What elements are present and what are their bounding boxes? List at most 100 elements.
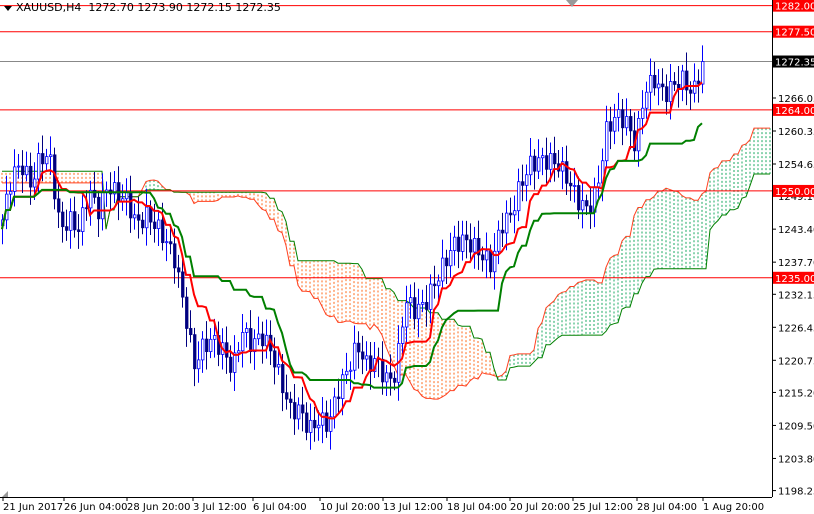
candle-body bbox=[169, 241, 173, 245]
candle-body bbox=[473, 237, 477, 253]
candle-body bbox=[485, 250, 489, 261]
level-label: 1235.00 bbox=[775, 274, 814, 285]
candle bbox=[289, 391, 293, 419]
candle-body bbox=[17, 165, 21, 168]
candle-body bbox=[661, 83, 665, 88]
candle-body bbox=[285, 392, 289, 400]
candle-body bbox=[357, 342, 361, 353]
candle-body bbox=[41, 153, 45, 165]
price-chart[interactable]: 1266.051260.351254.651249.101243.401237.… bbox=[0, 0, 814, 514]
candle-body bbox=[69, 211, 73, 231]
candle bbox=[605, 105, 609, 168]
candle bbox=[517, 168, 521, 222]
senkou-span-a bbox=[2, 127, 770, 400]
candle bbox=[165, 228, 169, 262]
candle-body bbox=[621, 109, 625, 129]
level-label: 1264.00 bbox=[775, 106, 814, 117]
candle-body bbox=[465, 234, 469, 241]
candle bbox=[309, 403, 313, 450]
candle bbox=[321, 397, 325, 444]
candle-body bbox=[201, 338, 205, 361]
chart-window[interactable]: 1266.051260.351254.651249.101243.401237.… bbox=[0, 0, 814, 514]
candle-body bbox=[445, 257, 449, 267]
candle-body bbox=[277, 364, 281, 368]
candle bbox=[441, 239, 445, 288]
candle bbox=[93, 171, 97, 204]
candle-body bbox=[29, 165, 33, 188]
candle bbox=[329, 399, 333, 450]
candle-body bbox=[309, 419, 313, 433]
candle-body bbox=[537, 157, 541, 172]
candle-body bbox=[141, 219, 145, 229]
candle-body bbox=[509, 212, 513, 216]
candle bbox=[649, 58, 653, 111]
candle-body bbox=[61, 211, 65, 228]
candle bbox=[637, 111, 641, 167]
candle bbox=[541, 147, 545, 176]
candle-body bbox=[653, 74, 657, 89]
candle-body bbox=[489, 250, 493, 273]
time-tick-label: 1 Aug 20:00 bbox=[703, 502, 764, 513]
candle-body bbox=[317, 424, 321, 429]
candle bbox=[581, 182, 585, 229]
candle bbox=[589, 187, 593, 229]
candle-body bbox=[153, 221, 157, 229]
price-tick-label: 1203.80 bbox=[778, 454, 814, 465]
candle bbox=[185, 287, 189, 347]
candle bbox=[273, 337, 277, 385]
time-tick-label: 20 Jul 20:00 bbox=[510, 502, 570, 513]
candle bbox=[297, 397, 301, 430]
time-tick-label: 18 Jul 04:00 bbox=[447, 502, 507, 513]
ichimoku-cloud bbox=[1, 127, 771, 400]
candle-body bbox=[333, 396, 337, 418]
candle-body bbox=[177, 267, 181, 273]
dropdown-triangle-icon[interactable] bbox=[4, 5, 12, 11]
candle bbox=[373, 341, 377, 379]
candle-body bbox=[261, 333, 265, 347]
chart-title: XAUUSD,H4 1272.70 1273.90 1272.15 1272.3… bbox=[4, 1, 281, 14]
candle bbox=[677, 66, 681, 108]
time-tick-label: 25 Jul 12:00 bbox=[573, 502, 633, 513]
candle bbox=[693, 63, 697, 103]
candle-body bbox=[209, 338, 213, 353]
candle-body bbox=[101, 191, 105, 220]
candle-body bbox=[81, 207, 85, 232]
candle bbox=[529, 137, 533, 186]
candle-body bbox=[173, 243, 177, 269]
candle bbox=[557, 149, 561, 178]
candle-body bbox=[609, 121, 613, 132]
candle bbox=[421, 289, 425, 313]
candle-body bbox=[405, 302, 409, 328]
candle bbox=[97, 191, 101, 238]
candle bbox=[301, 386, 305, 432]
candle-body bbox=[457, 236, 461, 252]
candle bbox=[261, 321, 265, 364]
candle-body bbox=[161, 219, 165, 244]
candle bbox=[113, 170, 117, 204]
candle-body bbox=[433, 283, 437, 287]
candle-body bbox=[229, 356, 233, 373]
candle bbox=[305, 402, 309, 441]
candle-body bbox=[381, 358, 385, 383]
candle-body bbox=[641, 107, 645, 119]
candle-body bbox=[325, 412, 329, 432]
kijun-sen-line bbox=[1, 122, 703, 389]
candle-body bbox=[577, 185, 581, 211]
candle bbox=[477, 220, 481, 270]
close-value: 1272.35 bbox=[235, 1, 281, 14]
candle bbox=[465, 220, 469, 259]
candle bbox=[653, 61, 657, 96]
candle-body bbox=[193, 334, 197, 370]
candle-body bbox=[213, 335, 217, 340]
candle-body bbox=[273, 350, 277, 368]
candle-body bbox=[313, 419, 317, 429]
candle-body bbox=[197, 359, 201, 370]
candle bbox=[233, 335, 237, 391]
candle-body bbox=[241, 332, 245, 352]
candle bbox=[525, 164, 529, 202]
candle bbox=[241, 313, 245, 368]
candle bbox=[189, 310, 193, 343]
candle bbox=[621, 99, 625, 146]
candle-body bbox=[345, 370, 349, 376]
candle-body bbox=[205, 338, 209, 353]
